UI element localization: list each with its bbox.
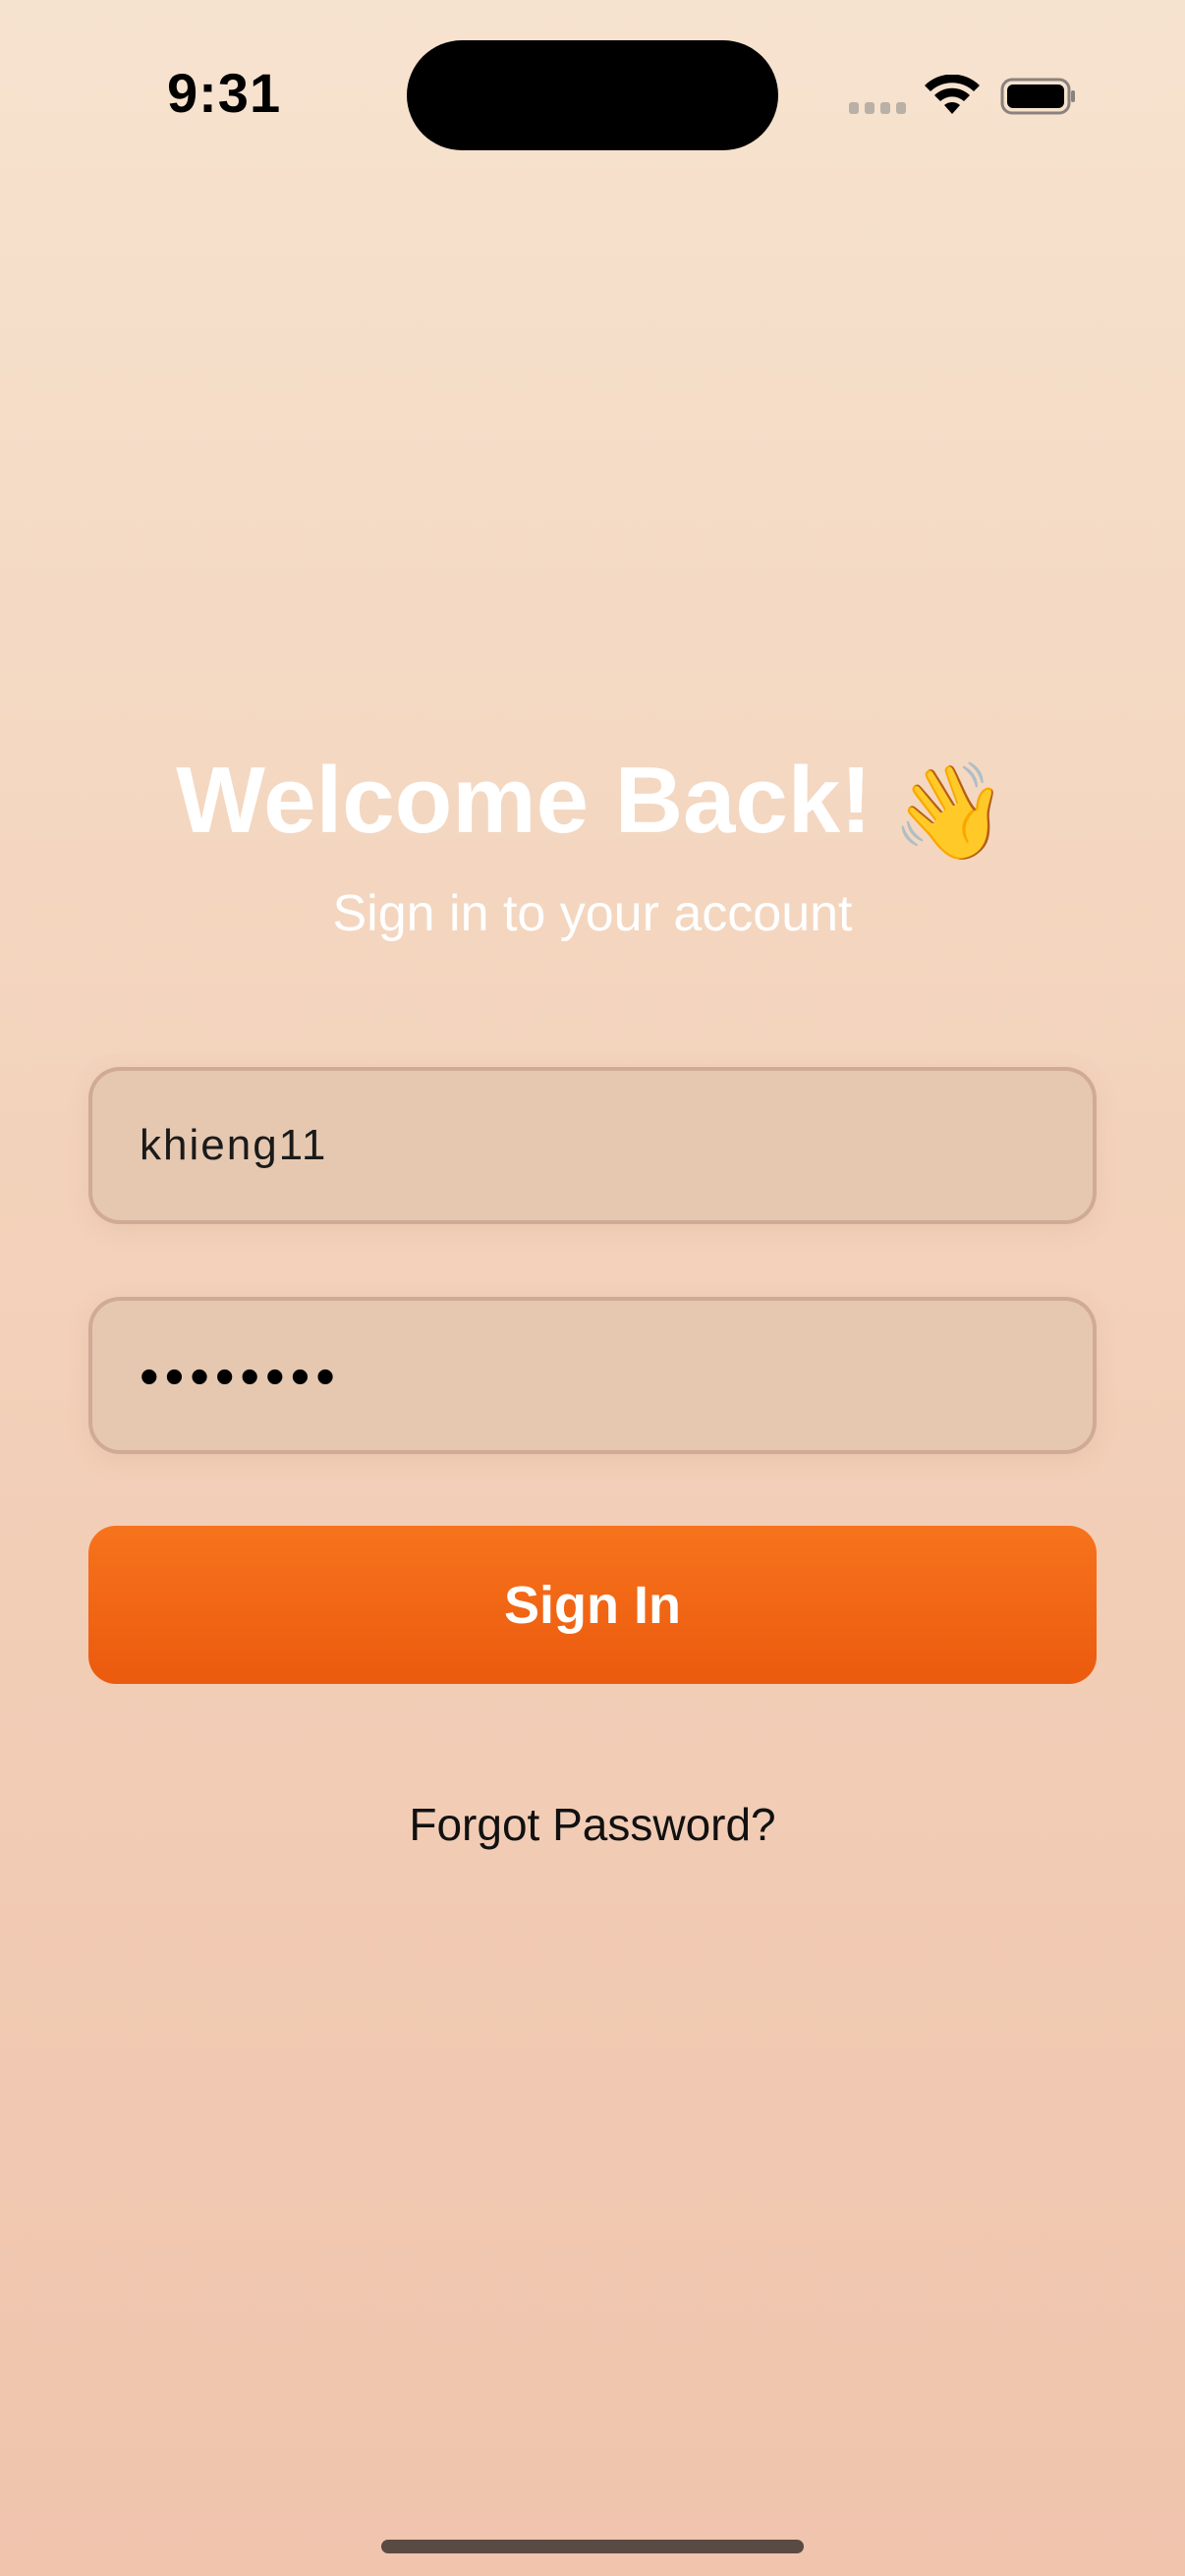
forgot-password-link[interactable]: Forgot Password? <box>0 1798 1185 1851</box>
waving-hand-icon: 👋 <box>891 759 1009 865</box>
status-time: 9:31 <box>167 62 282 124</box>
wifi-icon <box>925 75 980 114</box>
page-title: Welcome Back! 👋 <box>0 747 1185 868</box>
home-indicator[interactable] <box>381 2540 804 2553</box>
password-input[interactable] <box>140 1301 1053 1450</box>
password-field-container[interactable] <box>88 1297 1097 1454</box>
welcome-title: Welcome Back! <box>176 748 873 853</box>
username-field-container[interactable] <box>88 1067 1097 1224</box>
cellular-signal-icon <box>849 102 908 116</box>
dynamic-island <box>407 40 778 150</box>
username-input[interactable] <box>140 1071 1053 1220</box>
sign-in-button[interactable]: Sign In <box>88 1526 1097 1684</box>
page-subtitle: Sign in to your account <box>332 885 853 942</box>
battery-icon <box>1000 78 1075 115</box>
